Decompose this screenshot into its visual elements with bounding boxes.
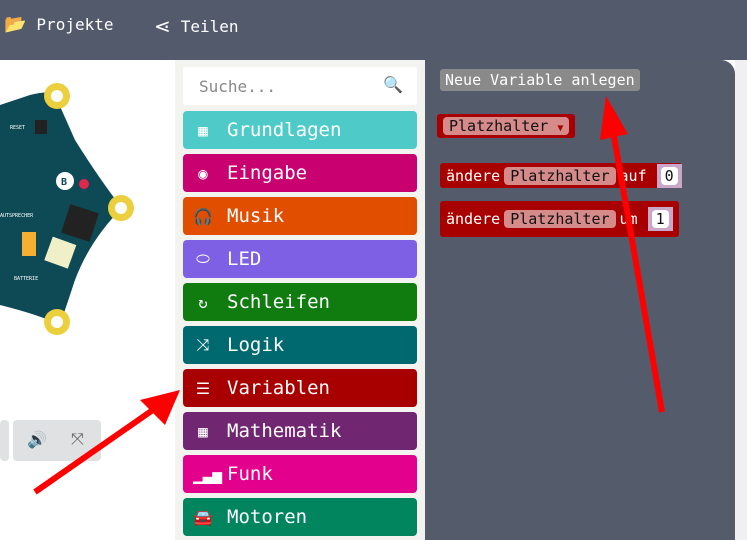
arrow-to-new-variable — [609, 124, 665, 413]
annotation-arrows — [33, 96, 665, 495]
arrow-to-variables — [33, 402, 162, 495]
